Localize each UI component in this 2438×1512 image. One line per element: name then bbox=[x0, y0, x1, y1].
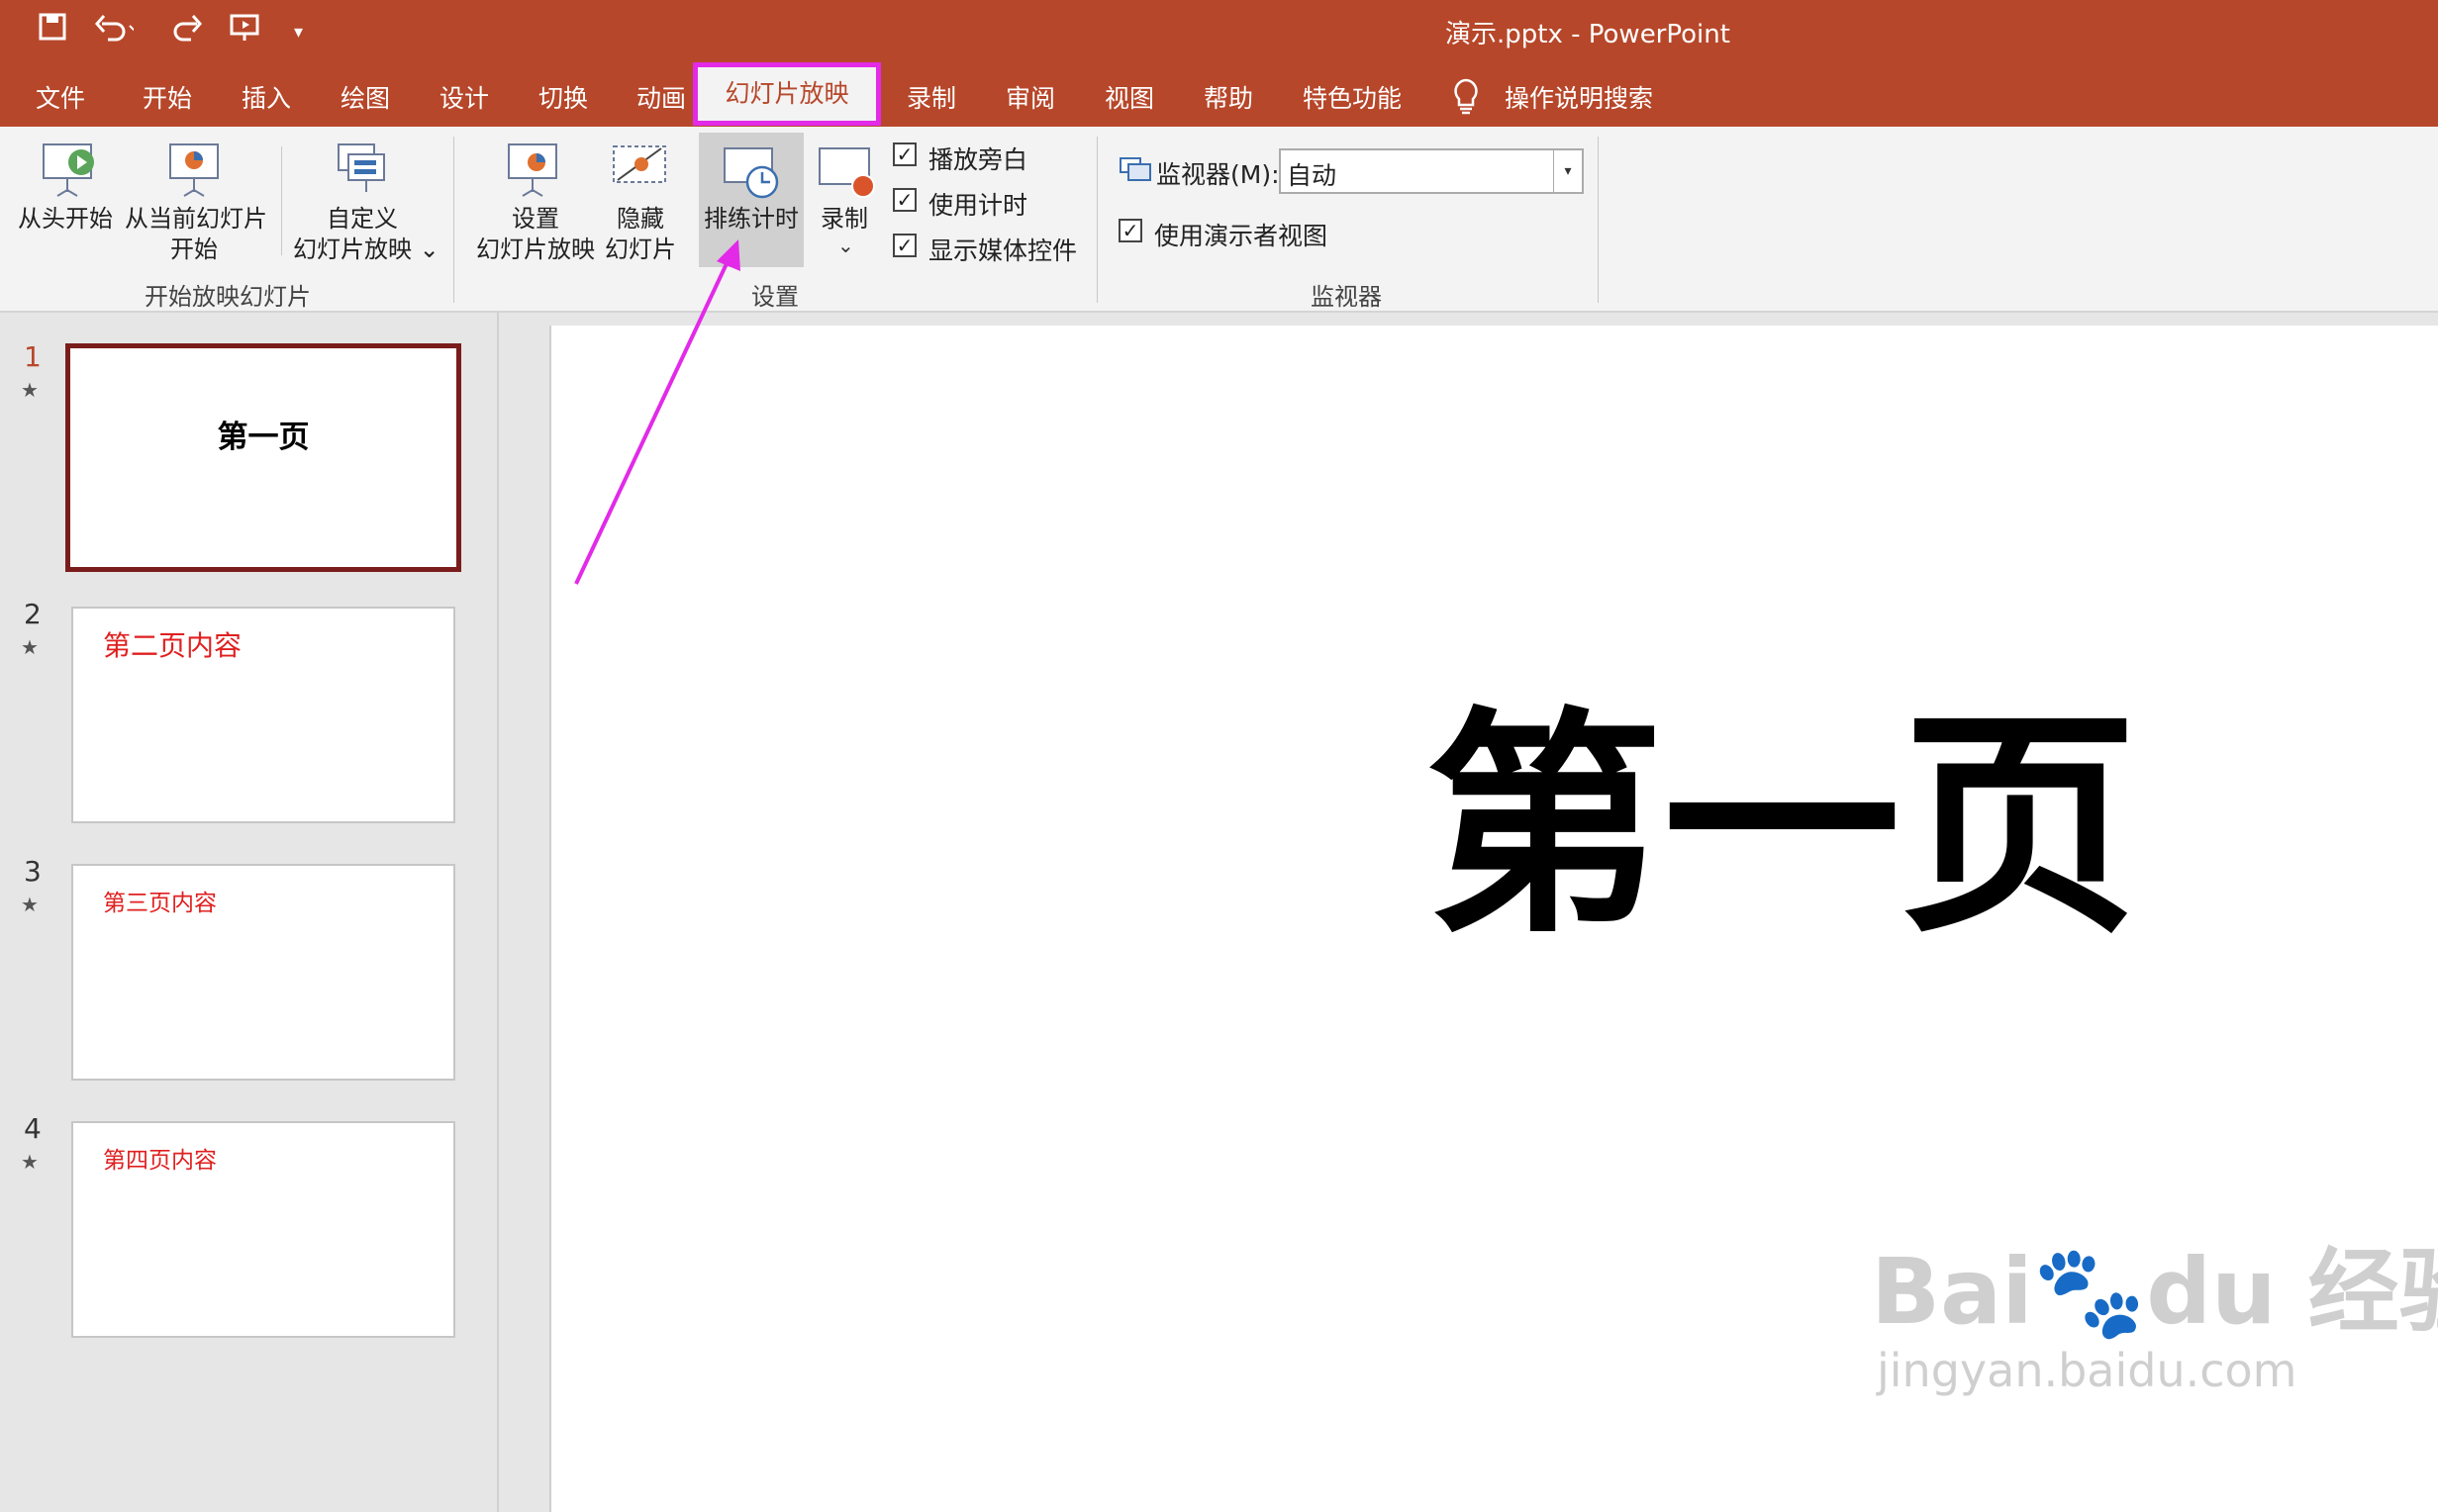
monitor-select[interactable]: 自动 ▾ bbox=[1279, 148, 1584, 194]
tab-file[interactable]: 文件 bbox=[36, 79, 85, 115]
present-from-start-icon[interactable] bbox=[230, 12, 263, 49]
play-from-start-icon bbox=[40, 141, 99, 204]
slide-thumbnail-2[interactable]: 第二页内容 bbox=[71, 607, 455, 823]
media-controls-checkbox[interactable]: ✓ bbox=[893, 234, 917, 257]
redo-icon[interactable] bbox=[173, 12, 203, 49]
tab-draw[interactable]: 绘图 bbox=[341, 79, 390, 115]
tab-home[interactable]: 开始 bbox=[143, 79, 192, 115]
tab-transitions[interactable]: 切换 bbox=[538, 79, 588, 115]
customize-toolbar-icon[interactable]: ▾ bbox=[294, 22, 303, 43]
thumbnail-text: 第四页内容 bbox=[103, 1148, 217, 1174]
thumbnail-title: 第一页 bbox=[217, 420, 310, 455]
slide-number: 3 bbox=[24, 855, 42, 888]
window-title: 演示.pptx - PowerPoint bbox=[1445, 20, 1730, 49]
slide-number: 2 bbox=[24, 598, 42, 630]
group-divider bbox=[1598, 137, 1599, 303]
tab-animations[interactable]: 动画 bbox=[636, 79, 686, 115]
custom-show-label-2: 幻灯片放映 ⌄ bbox=[293, 236, 439, 263]
tab-special-features[interactable]: 特色功能 bbox=[1303, 79, 1402, 115]
narrations-checkbox[interactable]: ✓ bbox=[893, 142, 917, 166]
animation-star-icon: ★ bbox=[21, 378, 39, 402]
ribbon-divider bbox=[281, 146, 282, 255]
thumbnail-text: 第三页内容 bbox=[103, 891, 217, 916]
setup-show-icon bbox=[503, 141, 562, 204]
use-timings-checkbox[interactable]: ✓ bbox=[893, 188, 917, 212]
tell-me-search[interactable]: 操作说明搜索 bbox=[1505, 79, 1653, 115]
group-divider bbox=[453, 137, 454, 303]
tab-review[interactable]: 审阅 bbox=[1006, 79, 1055, 115]
tab-view[interactable]: 视图 bbox=[1105, 79, 1154, 115]
baidu-watermark: Bai🐾du 经验 jingyan.baidu.com bbox=[1871, 1239, 2438, 1398]
lightbulb-icon bbox=[1451, 77, 1481, 119]
play-from-current-icon bbox=[164, 141, 224, 204]
from-current-button[interactable]: 从当前幻灯片 开始 bbox=[125, 204, 267, 265]
presenter-view-label: 使用演示者视图 bbox=[1154, 222, 1328, 250]
chevron-down-icon[interactable]: ▾ bbox=[1553, 150, 1582, 192]
annotation-arrow bbox=[574, 239, 740, 585]
animation-star-icon: ★ bbox=[21, 1150, 39, 1174]
from-beginning-button[interactable]: 从头开始 bbox=[18, 204, 113, 235]
group-divider bbox=[1097, 137, 1098, 303]
animation-star-icon: ★ bbox=[21, 893, 39, 916]
tab-record[interactable]: 录制 bbox=[907, 79, 956, 115]
save-icon[interactable] bbox=[38, 12, 67, 49]
custom-show-label-1: 自定义 bbox=[327, 205, 398, 233]
media-controls-label: 显示媒体控件 bbox=[928, 236, 1078, 265]
start-group-label: 开始放映幻灯片 bbox=[145, 283, 311, 311]
use-timings-label: 使用计时 bbox=[928, 191, 1028, 220]
watermark-logo: Bai🐾du 经验 bbox=[1871, 1239, 2438, 1345]
custom-show-icon bbox=[333, 141, 392, 204]
hide-slide-icon bbox=[610, 141, 669, 204]
slide-number: 1 bbox=[24, 340, 42, 373]
thumbnail-text: 第二页内容 bbox=[103, 629, 243, 662]
presenter-view-checkbox[interactable]: ✓ bbox=[1119, 219, 1142, 242]
record-icon bbox=[816, 144, 877, 206]
animation-star-icon: ★ bbox=[21, 635, 39, 659]
from-current-label-2: 开始 bbox=[170, 236, 218, 263]
slide-thumbnail-3[interactable]: 第三页内容 bbox=[71, 864, 455, 1081]
rehearse-timings-icon bbox=[721, 144, 782, 206]
monitor-label: 监视器(M): bbox=[1156, 160, 1280, 189]
slide-thumbnail-1[interactable]: 第一页 bbox=[65, 343, 461, 572]
tab-design[interactable]: 设计 bbox=[439, 79, 489, 115]
undo-icon[interactable] bbox=[94, 12, 139, 49]
record-button[interactable]: 录制 bbox=[810, 204, 879, 235]
watermark-url: jingyan.baidu.com bbox=[1877, 1344, 2297, 1397]
from-current-label-1: 从当前幻灯片 bbox=[125, 205, 267, 233]
record-dropdown-icon[interactable]: ⌄ bbox=[837, 234, 854, 257]
tab-slide-show[interactable]: 幻灯片放映 bbox=[693, 62, 881, 126]
slide-thumbnail-4[interactable]: 第四页内容 bbox=[71, 1121, 455, 1338]
tab-insert[interactable]: 插入 bbox=[242, 79, 291, 115]
slide-number: 4 bbox=[24, 1112, 42, 1145]
slide-title[interactable]: 第一页 bbox=[1425, 708, 2138, 945]
tab-help[interactable]: 帮助 bbox=[1204, 79, 1253, 115]
monitor-select-value: 自动 bbox=[1287, 161, 1337, 190]
narrations-label: 播放旁白 bbox=[928, 145, 1028, 174]
custom-slide-show-button[interactable]: 自定义 幻灯片放映 ⌄ bbox=[293, 204, 439, 265]
monitors-group-label: 监视器 bbox=[1311, 283, 1382, 311]
monitor-icon bbox=[1119, 156, 1152, 188]
